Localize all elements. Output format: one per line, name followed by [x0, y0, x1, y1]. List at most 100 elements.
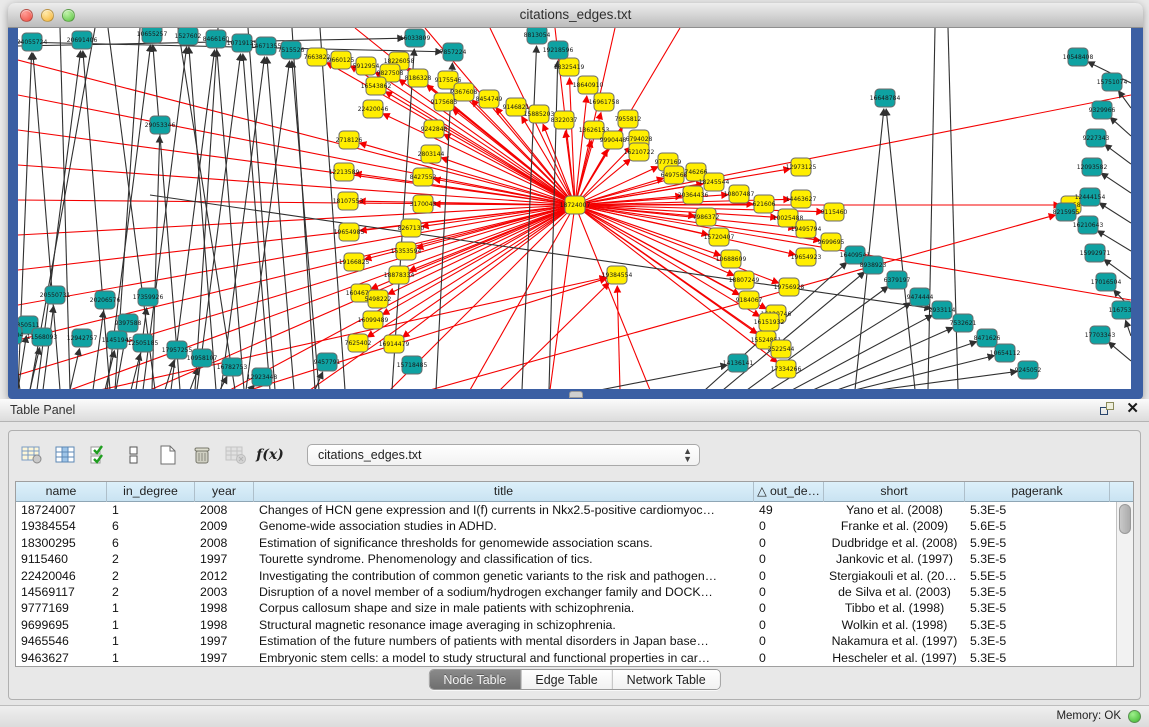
network-node[interactable]: 19756928 [774, 278, 805, 296]
network-edge[interactable] [575, 95, 1131, 205]
network-edge[interactable] [93, 311, 104, 389]
new-column-icon[interactable] [153, 440, 183, 470]
network-edge[interactable] [575, 141, 591, 205]
network-node[interactable]: 8454749 [476, 90, 503, 108]
network-node[interactable]: 15992971 [1080, 244, 1111, 262]
table-vertical-scrollbar[interactable] [1116, 502, 1133, 666]
network-node[interactable]: 9227343 [1083, 129, 1110, 147]
network-node[interactable]: 1527602 [175, 28, 202, 45]
network-edge[interactable] [575, 28, 615, 205]
network-node[interactable]: 8267130 [398, 219, 425, 237]
network-node[interactable]: 5912954 [353, 57, 380, 75]
network-edge[interactable] [18, 60, 575, 205]
network-edge[interactable] [220, 377, 227, 389]
network-node[interactable]: 10688609 [716, 250, 747, 268]
network-edge[interactable] [948, 28, 958, 389]
function-builder-icon[interactable]: f(x) [255, 440, 285, 470]
network-node[interactable]: 8813054 [524, 28, 551, 44]
network-node[interactable]: 9115460 [821, 203, 848, 221]
network-node[interactable]: 16210722 [624, 143, 655, 161]
table-row[interactable]: 2242004622012Investigating the contribut… [16, 568, 1133, 584]
network-node[interactable]: 621606 [753, 195, 776, 213]
network-edge[interactable] [1105, 145, 1131, 164]
network-node[interactable]: 12973125 [786, 158, 817, 176]
splitter-handle[interactable] [569, 391, 583, 398]
network-node[interactable]: 8427552 [410, 168, 437, 186]
memory-status-icon[interactable] [1128, 710, 1141, 723]
network-node[interactable]: 9184067 [736, 291, 763, 309]
network-edge[interactable] [886, 109, 915, 389]
network-edge[interactable] [18, 205, 575, 340]
network-node[interactable]: 9242848 [421, 120, 448, 138]
network-node[interactable]: 17359926 [133, 288, 164, 306]
network-edge[interactable] [178, 28, 235, 389]
network-node[interactable]: 20206576 [90, 291, 121, 309]
tab-network-table[interactable]: Network Table [613, 670, 720, 689]
network-node[interactable]: 24055724 [18, 33, 47, 51]
network-edge[interactable] [18, 130, 575, 205]
column-header-year[interactable]: year [195, 482, 254, 502]
network-node[interactable]: 16914479 [379, 335, 410, 353]
network-edge[interactable] [152, 136, 160, 389]
network-edge[interactable] [1118, 91, 1131, 108]
network-edge[interactable] [70, 349, 80, 389]
network-node[interactable]: 8466160 [203, 30, 230, 48]
tab-edge-table[interactable]: Edge Table [521, 670, 612, 689]
table-row[interactable]: 1830029562008Estimation of significance … [16, 535, 1133, 551]
network-node[interactable]: 16961758 [589, 93, 620, 111]
network-node[interactable]: 8215955 [1053, 203, 1080, 221]
column-header-name[interactable]: name [16, 482, 107, 502]
network-node[interactable]: 5498222 [365, 290, 392, 308]
network-node[interactable]: 10655257 [137, 28, 168, 43]
network-node[interactable]: 8186328 [405, 69, 432, 87]
network-node[interactable]: 7515526 [278, 41, 305, 59]
table-row[interactable]: 1938455462009Genome-wide association stu… [16, 518, 1133, 534]
network-node[interactable]: 2718126 [336, 131, 363, 149]
network-node[interactable]: 29053346 [145, 116, 176, 134]
network-node[interactable]: 9329966 [1089, 101, 1116, 119]
network-window-titlebar[interactable]: citations_edges.txt [8, 3, 1143, 28]
network-node[interactable]: 20691406 [67, 31, 98, 49]
network-node[interactable]: 15718485 [397, 356, 428, 374]
network-node[interactable]: 7625402 [345, 334, 372, 352]
network-node[interactable]: 9245052 [1015, 361, 1042, 379]
network-node[interactable]: 10548408 [1063, 48, 1094, 66]
network-edge[interactable] [18, 165, 575, 205]
table-row[interactable]: 946362711997Embryonic stem cells: a mode… [16, 650, 1133, 666]
column-header-pagerank[interactable]: pagerank [965, 482, 1110, 502]
scrollbar-thumb[interactable] [1119, 504, 1131, 534]
table-row[interactable]: 911546021997Tourette syndrome. Phenomeno… [16, 551, 1133, 567]
table-row[interactable]: 1872400712008Changes of HCN gene express… [16, 502, 1133, 518]
network-edge[interactable] [1108, 342, 1131, 361]
network-node[interactable]: 18107553 [333, 192, 364, 210]
network-node[interactable]: 12213589 [329, 163, 360, 181]
network-node[interactable]: 9175685 [431, 93, 458, 111]
network-node[interactable]: 8938923 [860, 256, 887, 274]
network-node[interactable]: 16648784 [870, 89, 901, 107]
network-edge[interactable] [878, 371, 1017, 389]
network-node[interactable]: 7986372 [693, 208, 720, 226]
float-panel-icon[interactable] [1100, 402, 1114, 415]
network-edge[interactable] [500, 283, 609, 389]
network-node[interactable]: 17334266 [771, 360, 802, 378]
table-options-icon[interactable] [17, 440, 47, 470]
column-header-out_de[interactable]: △ out_de… [754, 482, 824, 502]
network-node[interactable]: 19654923 [791, 248, 822, 266]
network-node[interactable]: 22420046 [358, 100, 389, 118]
network-node[interactable]: 1167533 [1109, 301, 1131, 319]
network-node[interactable]: 20550731 [40, 286, 71, 304]
network-node[interactable]: 15720407 [704, 228, 735, 246]
table-row[interactable]: 946554611997Estimation of the future num… [16, 633, 1133, 649]
network-edge[interactable] [575, 205, 650, 389]
network-node[interactable]: 15751074 [1097, 73, 1128, 91]
network-node[interactable]: 9990448 [600, 131, 627, 149]
network-node[interactable]: 9660125 [328, 51, 355, 69]
network-node[interactable]: 7663822 [304, 48, 331, 66]
network-node[interactable]: 2522544 [768, 340, 795, 358]
network-node[interactable]: 7955812 [615, 110, 642, 128]
network-node[interactable]: 15353594 [391, 242, 422, 260]
table-row[interactable]: 977716911998Corpus callosum shape and si… [16, 600, 1133, 616]
network-node[interactable]: 19218596 [543, 41, 574, 59]
network-node[interactable]: 7532621 [950, 314, 977, 332]
delete-column-icon[interactable] [187, 440, 217, 470]
